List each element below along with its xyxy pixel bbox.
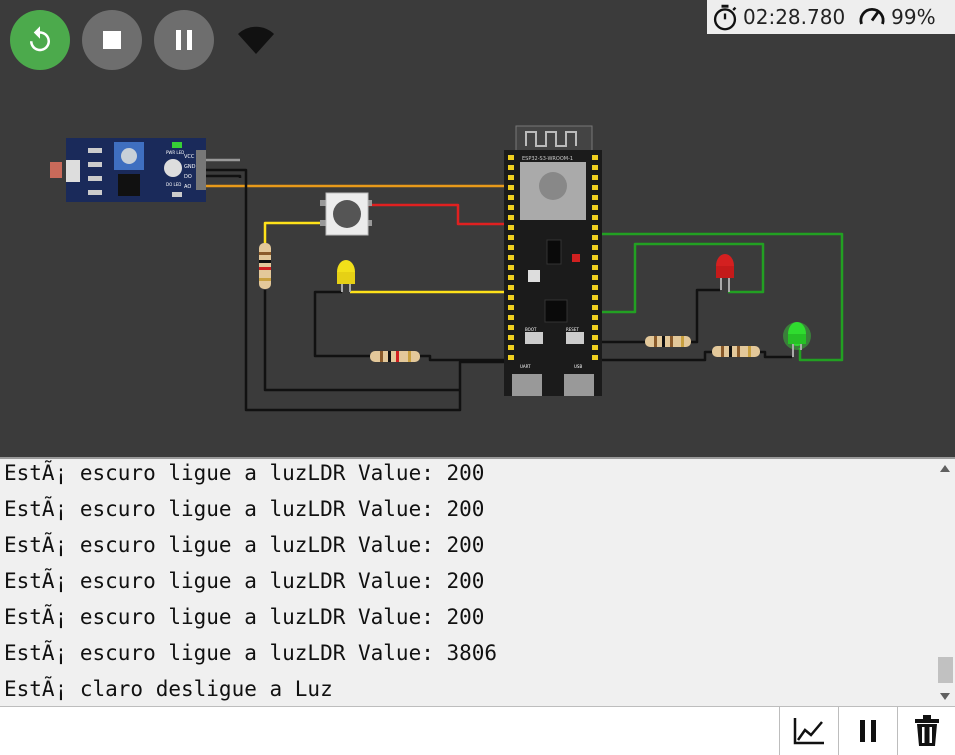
scroll-thumb[interactable] [938,657,953,683]
wire-button [368,203,510,226]
serial-input[interactable] [0,707,778,755]
speedometer-icon [859,7,885,25]
serial-output: EstÃ¡ escuro ligue a luzLDR Value: 200 E… [4,459,924,706]
svg-text:VCC: VCC [184,154,195,160]
svg-text:DO LED: DO LED [166,182,181,187]
serial-line: EstÃ¡ escuro ligue a luzLDR Value: 200 [4,605,485,629]
scroll-down-arrow-icon[interactable] [940,693,950,700]
svg-text:PWR LED: PWR LED [166,150,184,155]
serial-line: EstÃ¡ escuro ligue a luzLDR Value: 200 [4,497,485,521]
serial-input-bar [0,706,955,755]
led-green [783,322,811,357]
pause-icon [176,30,192,50]
resistor-vertical [259,243,271,289]
pause-button[interactable] [154,10,214,70]
simulation-status: 02:28.780 99% [707,0,955,34]
resistor-horizontal-1 [370,351,420,362]
stop-icon [103,31,121,49]
restart-icon [30,26,50,52]
serial-line: EstÃ¡ escuro ligue a luzLDR Value: 200 [4,533,485,557]
simulation-canvas[interactable]: VCC GND DO AO PWR LED DO LED ESP32-S3-WR… [0,0,955,457]
ldr-sensor-module: VCC GND DO AO PWR LED DO LED [50,138,206,202]
serial-monitor[interactable]: EstÃ¡ escuro ligue a luzLDR Value: 200 E… [0,457,955,706]
svg-text:UART: UART [520,364,531,369]
push-button [320,192,372,236]
circuit-diagram: VCC GND DO AO PWR LED DO LED ESP32-S3-WR… [50,125,844,412]
stopwatch-icon [713,4,737,31]
svg-text:BOOT: BOOT [525,327,537,332]
speed-text: 99% [891,5,936,29]
scroll-up-arrow-icon[interactable] [940,465,950,472]
esp32-label: ESP32-S3-WROOM-1 [522,156,573,162]
plotter-button[interactable] [779,707,838,755]
svg-text:RESET: RESET [566,327,579,332]
stop-button[interactable] [82,10,142,70]
svg-text:GND: GND [184,164,196,170]
chart-icon [793,718,824,745]
svg-text:USB: USB [574,364,582,369]
svg-text:DO: DO [184,174,192,180]
wifi-icon [236,22,276,56]
resistor-horizontal-3 [712,346,760,357]
pause-icon [860,720,876,742]
resistor-horizontal-2 [645,336,691,347]
clear-button[interactable] [897,707,955,755]
svg-text:AO: AO [184,184,191,190]
serial-line: EstÃ¡ claro desligue a Luz [4,677,333,701]
led-red [716,254,734,292]
vertical-scrollbar[interactable] [936,459,955,706]
serial-line: EstÃ¡ escuro ligue a luzLDR Value: 3806 [4,641,498,665]
esp32-board: ESP32-S3-WROOM-1 BOOT RESET UART USB [504,125,602,396]
restart-button[interactable] [10,10,70,70]
led-yellow [337,260,355,292]
timer-text: 02:28.780 [743,5,846,29]
trash-icon [915,715,939,746]
monitor-pause-button[interactable] [838,707,897,755]
serial-line: EstÃ¡ escuro ligue a luzLDR Value: 200 [4,569,485,593]
serial-line: EstÃ¡ escuro ligue a luzLDR Value: 200 [4,461,485,485]
